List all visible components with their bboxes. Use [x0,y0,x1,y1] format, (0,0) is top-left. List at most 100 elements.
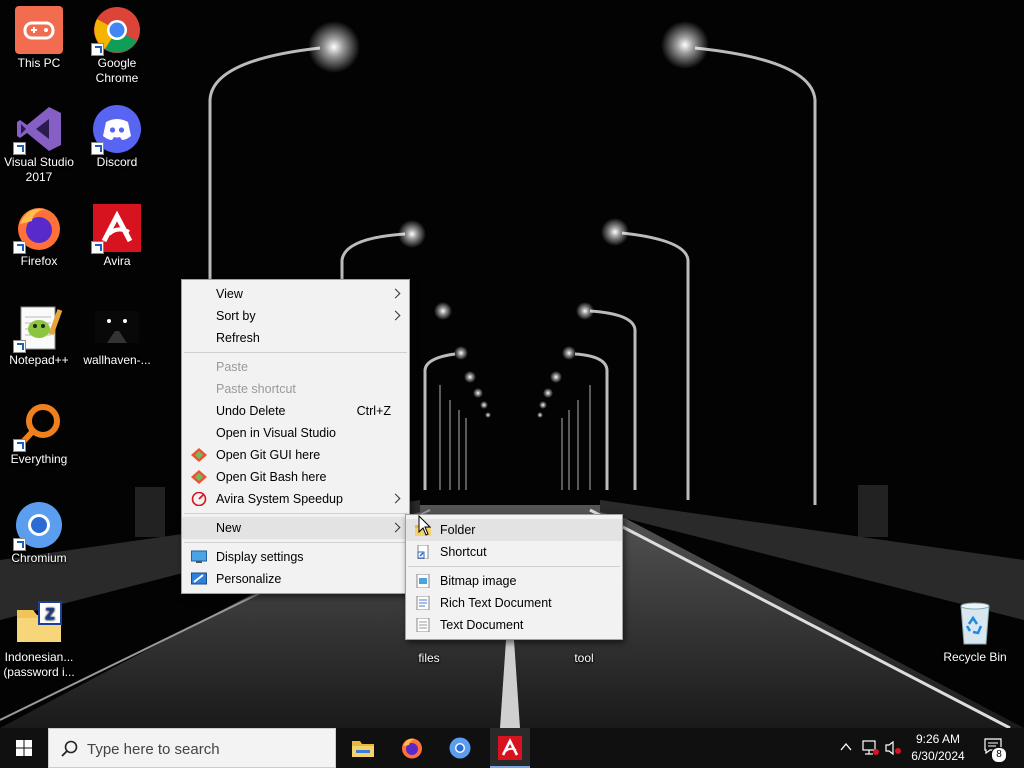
menu-separator [184,352,407,353]
desktop-icon-files[interactable]: files [390,636,468,666]
clock-time: 9:26 AM [915,732,961,746]
git-icon [191,470,207,484]
visual-studio-icon [13,105,63,155]
desktop-icon-recycle-bin[interactable]: Recycle Bin [936,600,1014,665]
submenu-item-folder[interactable]: Folder [406,519,622,541]
desktop-icon-everything[interactable]: Everything [0,402,78,467]
menu-item-display-settings[interactable]: Display settings [182,546,409,568]
text-document-icon [416,618,430,632]
menu-item-sort-by[interactable]: Sort by [182,305,409,327]
bitmap-icon [416,574,430,588]
menu-item-open-in-visual-studio[interactable]: Open in Visual Studio [182,422,409,444]
menu-item-open-git-bash[interactable]: Open Git Bash here [182,466,409,488]
notepad-plus-plus-icon [13,303,63,353]
menu-item-refresh[interactable]: Refresh [182,327,409,349]
desktop-icon-chromium[interactable]: Chromium [0,501,78,566]
desktop-icon-label: files [418,651,440,665]
shortcut-arrow-icon [13,538,26,551]
desktop-icon-label: wallhaven-... [83,353,151,367]
desktop-icon-label: tool [574,651,594,665]
shortcut-arrow-icon [13,241,26,254]
chromium-icon [449,737,471,759]
notification-count-badge: 8 [991,747,1007,763]
menu-item-label: Open in Visual Studio [216,426,336,440]
menu-separator [408,566,620,567]
taskbar-clock[interactable]: 9:26 AM 6/30/2024 [906,731,970,765]
submenu-item-bitmap-image[interactable]: Bitmap image [406,570,622,592]
mouse-cursor-icon [418,515,432,536]
desktop-icon-firefox[interactable]: Firefox [0,204,78,269]
menu-item-personalize[interactable]: Personalize [182,568,409,590]
desktop-icon-label: Everything [10,452,68,466]
firefox-icon [13,204,63,254]
svg-text:Z: Z [45,606,55,623]
desktop-icon-label: Firefox [20,254,58,268]
firefox-icon [402,738,422,759]
desktop-icon-google-chrome[interactable]: Google Chrome [78,6,156,86]
desktop-icon-wallhaven[interactable]: wallhaven-... [78,303,156,368]
menu-item-label: Shortcut [440,545,487,559]
menu-item-undo-delete[interactable]: Undo Delete Ctrl+Z [182,400,409,422]
avira-icon [498,736,522,760]
desktop-icon-label: This PC [17,56,61,70]
menu-separator [184,513,407,514]
volume-muted-icon[interactable] [885,740,903,756]
menu-item-label: View [216,287,243,301]
search-icon [61,740,78,757]
shortcut-arrow-icon [91,43,104,56]
start-button[interactable] [0,728,48,768]
action-center-button[interactable]: 8 [980,736,1008,763]
menu-item-view[interactable]: View [182,283,409,305]
desktop-icon-indonesian-zip[interactable]: Z Indonesian... (password i... [0,600,78,680]
desktop-icon-tool[interactable]: tool [545,636,623,666]
menu-item-new[interactable]: New [182,517,409,539]
search-input[interactable] [87,738,327,760]
menu-item-label: Open Git GUI here [216,448,321,462]
desktop-icon-notepad-plus-plus[interactable]: Notepad++ [0,303,78,368]
desktop-icon-discord[interactable]: Discord [78,105,156,170]
menu-item-open-git-gui[interactable]: Open Git GUI here [182,444,409,466]
menu-item-label: Folder [440,523,476,537]
taskbar-file-explorer[interactable] [342,728,382,768]
new-submenu: Folder Shortcut Bitmap image Rich Text D… [405,514,623,640]
everything-icon [13,402,63,452]
shortcut-arrow-icon [91,241,104,254]
chevron-right-icon [390,288,401,299]
menu-item-label: Undo Delete [216,404,286,418]
wallpaper-file-icon [93,303,141,351]
chromium-icon [13,501,63,551]
menu-item-label: Text Document [440,618,524,632]
desktop-icon-label: Recycle Bin [943,650,1007,664]
submenu-item-shortcut[interactable]: Shortcut [406,541,622,563]
network-icon[interactable] [862,740,880,756]
desktop-icon-label: Notepad++ [9,353,69,367]
chevron-right-icon [390,310,401,321]
git-icon [191,448,207,462]
display-icon [191,550,207,563]
taskbar-avira[interactable] [490,728,530,768]
desktop-icon-label: Indonesian... (password i... [3,650,75,679]
desktop-icon-avira[interactable]: Avira [78,204,156,269]
menu-item-shortcut: Ctrl+Z [356,404,391,418]
taskbar-search-box[interactable] [48,728,336,768]
chevron-up-icon[interactable] [840,742,852,752]
taskbar-chromium[interactable] [440,728,480,768]
menu-item-label: New [216,521,242,535]
menu-item-paste-shortcut: Paste shortcut [182,378,409,400]
google-chrome-icon [91,6,141,56]
menu-item-label: Avira System Speedup [216,492,343,506]
submenu-item-text-document[interactable]: Text Document [406,614,622,636]
menu-item-label: Personalize [216,572,282,586]
this-pc-icon [15,6,63,54]
taskbar-firefox[interactable] [392,728,432,768]
menu-item-label: Bitmap image [440,574,517,588]
desktop-icon-label: Google Chrome [95,56,139,85]
desktop-context-menu: View Sort by Refresh Paste Paste shortcu… [181,279,410,594]
desktop-icon-visual-studio[interactable]: Visual Studio 2017 [0,105,78,185]
desktop-icon-this-pc[interactable]: This PC [0,6,78,71]
personalize-icon [191,572,207,585]
shortcut-arrow-icon [13,439,26,452]
desktop-icon-label: Chromium [11,551,67,565]
menu-item-avira-system-speedup[interactable]: Avira System Speedup [182,488,409,510]
submenu-item-rich-text-document[interactable]: Rich Text Document [406,592,622,614]
